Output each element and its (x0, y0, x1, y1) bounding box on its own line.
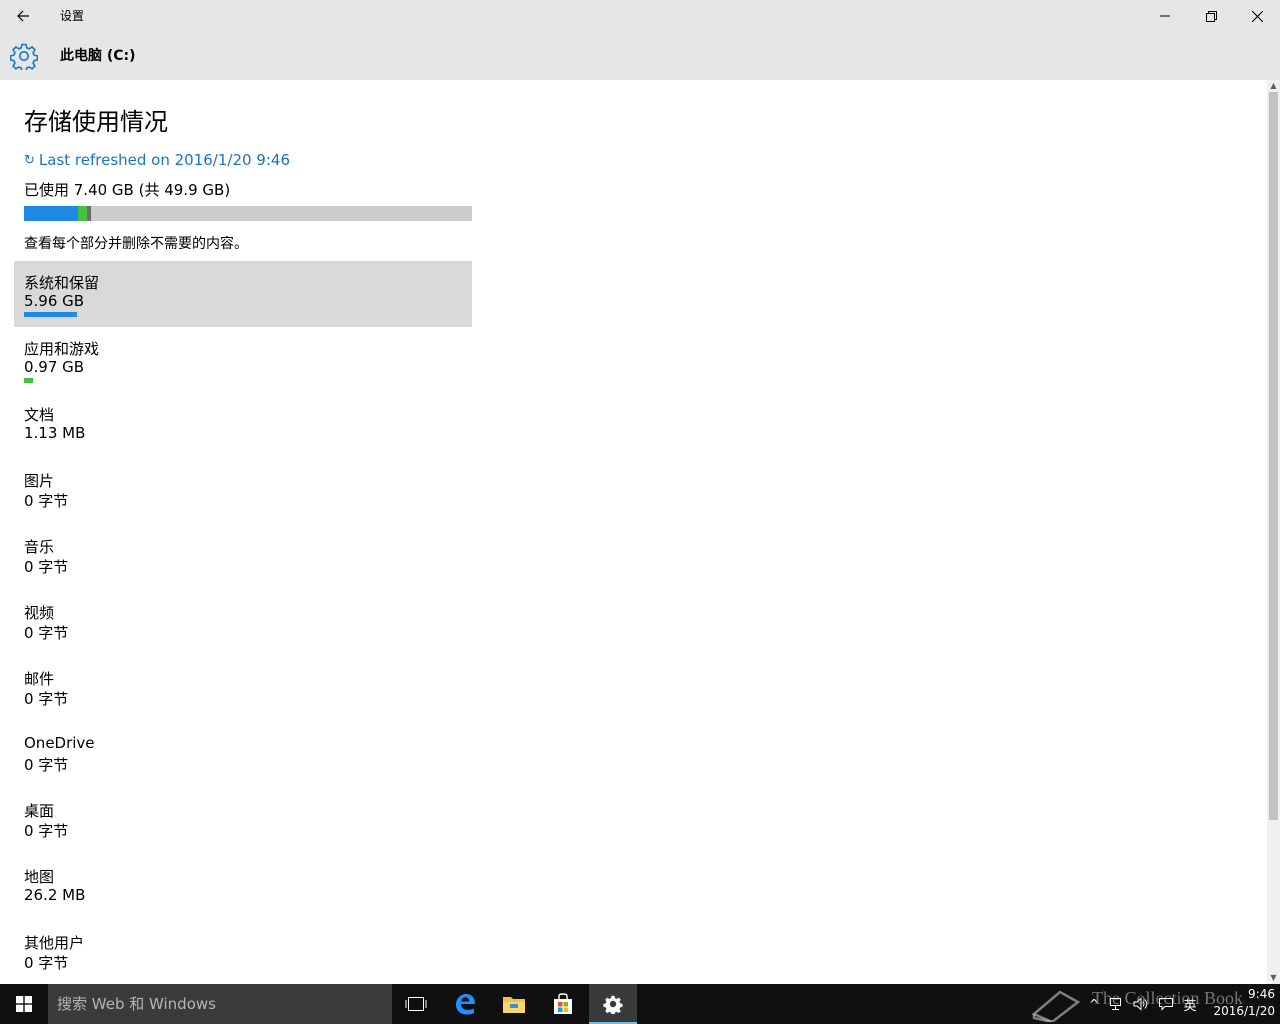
category-name: OneDrive (24, 734, 95, 752)
store-button[interactable] (539, 984, 587, 1024)
scroll-down-icon[interactable]: ▼ (1267, 973, 1280, 983)
page-name: 此电脑 (C:) (60, 48, 136, 64)
refresh-icon: ↻ (24, 152, 35, 168)
usage-bar (24, 206, 472, 221)
category-size: 0 字节 (24, 954, 69, 972)
window-title: 设置 (60, 9, 85, 23)
storage-category-item[interactable]: OneDrive 0 字节 (14, 723, 472, 789)
category-size: 0 字节 (24, 690, 69, 708)
close-icon (1251, 10, 1263, 22)
restore-button[interactable] (1188, 0, 1234, 32)
gear-icon (10, 43, 38, 70)
category-name: 桌面 (24, 802, 55, 820)
page-header: 此电脑 (C:) (0, 32, 1280, 80)
task-view-icon (405, 997, 427, 1011)
watermark: The Collection Book (1030, 986, 1270, 1024)
scrollbar-thumb[interactable] (1269, 92, 1278, 820)
storage-category-item[interactable]: 邮件 0 字节 (14, 657, 472, 723)
back-arrow-icon (17, 10, 29, 22)
used-space-text: 已使用 7.40 GB (共 49.9 GB) (24, 181, 231, 199)
storage-category-item[interactable]: 系统和保留 5.96 GB (14, 261, 472, 327)
refresh-text: Last refreshed on 2016/1/20 9:46 (38, 151, 290, 169)
storage-category-item[interactable]: 图片 0 字节 (14, 459, 472, 525)
storage-category-item[interactable]: 视频 0 字节 (14, 591, 472, 657)
storage-category-item[interactable]: 地图 26.2 MB (14, 855, 472, 921)
category-usage-bar (24, 378, 33, 383)
file-explorer-icon (503, 997, 525, 1013)
scrollbar[interactable]: ▲ ▼ (1267, 80, 1280, 984)
taskbar-search-box[interactable]: 搜索 Web 和 Windows (48, 984, 392, 1024)
usage-bar-apps-segment (78, 206, 87, 221)
category-size: 0 字节 (24, 558, 69, 576)
refresh-link[interactable]: ↻ Last refreshed on 2016/1/20 9:46 (24, 151, 290, 169)
category-size: 0 字节 (24, 822, 69, 840)
store-icon (554, 993, 572, 1014)
search-placeholder: 搜索 Web 和 Windows (57, 995, 216, 1013)
main-content: 存储使用情况 ↻ Last refreshed on 2016/1/20 9:4… (0, 80, 1267, 984)
category-size: 26.2 MB (24, 886, 86, 904)
title-bar: 设置 (0, 0, 1280, 32)
category-name: 系统和保留 (24, 274, 100, 292)
category-name: 视频 (24, 604, 55, 622)
usage-bar-system-segment (24, 206, 78, 221)
category-size: 0.97 GB (24, 358, 85, 376)
edge-button[interactable] (441, 984, 489, 1024)
settings-taskbar-button[interactable] (589, 984, 637, 1024)
category-name: 音乐 (24, 538, 55, 556)
category-name: 应用和游戏 (24, 340, 100, 358)
category-size: 5.96 GB (24, 292, 85, 310)
watermark-text: The Collection Book (1092, 988, 1243, 1008)
file-explorer-button[interactable] (490, 984, 538, 1024)
category-name: 地图 (24, 868, 55, 886)
category-size: 1.13 MB (24, 424, 86, 442)
category-size: 0 字节 (24, 492, 69, 510)
page-title: 存储使用情况 (24, 108, 168, 136)
storage-category-item[interactable]: 文档 1.13 MB (14, 393, 472, 459)
category-usage-bar (24, 312, 77, 317)
storage-category-item[interactable]: 应用和游戏 0.97 GB (14, 327, 472, 393)
storage-category-item[interactable]: 音乐 0 字节 (14, 525, 472, 591)
category-size: 0 字节 (24, 756, 69, 774)
edge-icon (456, 994, 475, 1015)
storage-category-item[interactable]: 桌面 0 字节 (14, 789, 472, 855)
category-name: 其他用户 (24, 934, 85, 952)
category-name: 图片 (24, 472, 55, 490)
usage-bar-other-segment (87, 206, 91, 221)
instructions-text: 查看每个部分并删除不需要的内容。 (24, 236, 248, 252)
scroll-up-icon[interactable]: ▲ (1267, 81, 1280, 91)
book-logo-icon (1031, 990, 1081, 1022)
category-name: 邮件 (24, 670, 55, 688)
back-button[interactable] (0, 0, 46, 32)
storage-category-item[interactable]: 其他用户 0 字节 (14, 921, 472, 984)
settings-icon (603, 995, 623, 1014)
minimize-icon (1160, 15, 1170, 17)
restore-icon (1205, 10, 1217, 22)
minimize-button[interactable] (1142, 0, 1188, 32)
start-button[interactable] (0, 984, 48, 1024)
category-size: 0 字节 (24, 624, 69, 642)
close-button[interactable] (1234, 0, 1280, 32)
category-name: 文档 (24, 406, 55, 424)
windows-logo-icon (16, 996, 32, 1012)
task-view-button[interactable] (392, 984, 440, 1024)
